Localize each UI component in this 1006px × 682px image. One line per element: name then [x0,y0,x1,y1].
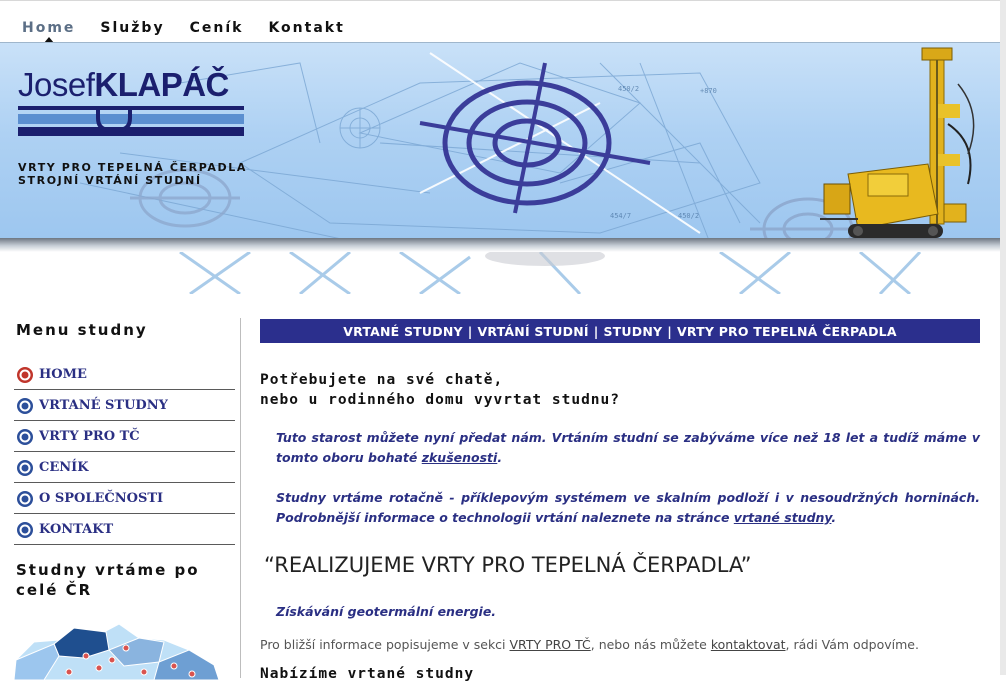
svg-text:454/7: 454/7 [610,212,631,220]
question-heading: Potřebujete na své chatě, nebo u rodinné… [260,370,620,410]
logo-text: JosefKLAPÁČ [18,66,229,104]
nav-home[interactable]: Home [22,20,75,43]
region-heading: Studny vrtáme po celé ČR [16,560,200,600]
logo-bars-icon [18,106,244,136]
contact-link[interactable]: kontaktovat [711,637,786,652]
active-bullet-icon [17,366,33,383]
technology-text: Studny vrtáme rotačně - příklepovým syst… [276,490,980,525]
crumb-separator: | [467,323,473,339]
drilling-rig-icon [820,47,975,238]
bullet-icon [17,490,33,507]
bullet-icon [17,397,33,414]
region-heading-line-2: celé ČR [16,581,93,599]
side-item-vrty-pro-tc[interactable]: VRTY PRO TČ [14,422,235,452]
side-item-home[interactable]: HOME [14,360,235,390]
crumb-vrty-pro-tepelna-cerpadla[interactable]: VRTY PRO TEPELNÁ ČERPADLA [677,324,897,339]
side-item-label: HOME [39,367,87,382]
side-item-cenik[interactable]: CENÍK [14,453,235,483]
svg-text:+870: +870 [700,87,717,95]
info-text-1: Pro bližší informace popisujeme v sekci [260,637,510,652]
technology-end: . [831,510,837,525]
intro-text: Tuto starost můžete nyní předat nám. Vrt… [276,430,980,465]
blueprint-lines [179,252,922,294]
tagline-line-2: STROJNÍ VRTÁNÍ STUDNÍ [18,174,202,187]
column-divider [240,318,241,678]
breadcrumb-bar: VRTANÉ STUDNY | VRTÁNÍ STUDNÍ | STUDNY |… [260,319,980,343]
logo-first-name: Josef [18,66,95,103]
side-item-vrtane-studny[interactable]: VRTANÉ STUDNY [14,391,235,421]
czech-map-image[interactable] [14,620,224,680]
logo-last-name: KLAPÁČ [94,66,229,103]
svg-text:450/2: 450/2 [678,212,699,220]
crumb-studny[interactable]: STUDNY [603,324,662,339]
question-line-1: Potřebujete na své chatě, [260,372,504,388]
svg-text:450/2: 450/2 [618,85,639,93]
nav-cenik[interactable]: Ceník [190,20,244,42]
crumb-vrtani-studni[interactable]: VRTÁNÍ STUDNÍ [478,324,589,339]
bullet-icon [17,459,33,476]
tagline-line-1: VRTY PRO TEPELNÁ ČERPADLA [18,161,247,174]
info-text-3: , rádi Vám odpovíme. [785,637,919,652]
bullet-icon [17,428,33,445]
drilled-wells-link[interactable]: vrtané studny [734,510,832,525]
top-navigation: Home Služby Ceník Kontakt [22,20,370,43]
nav-kontakt[interactable]: Kontakt [268,20,344,42]
geothermal-subtitle: Získávání geotermální energie. [276,604,497,619]
side-item-label: VRTY PRO TČ [39,429,140,444]
crumb-separator: | [667,323,673,339]
crumb-separator: | [593,323,599,339]
experience-link[interactable]: zkušenosti [422,450,498,465]
side-item-label: O SPOLEČNOSTI [39,491,164,506]
info-paragraph: Pro bližší informace popisujeme v sekci … [260,637,919,652]
side-item-label: KONTAKT [39,522,114,537]
info-text-2: , nebo nás můžete [590,637,711,652]
side-item-kontakt[interactable]: KONTAKT [14,515,235,545]
question-line-2: nebo u rodinného domu vyvrtat studnu? [260,392,621,408]
side-menu: HOME VRTANÉ STUDNY VRTY PRO TČ CENÍK O S… [14,360,235,546]
banner-lower-graphic [0,252,1000,294]
crumb-vrtane-studny[interactable]: VRTANÉ STUDNY [343,324,463,339]
side-menu-heading: Menu studny [16,321,148,339]
top-border [0,0,1006,1]
next-section-heading: Nabízíme vrtané studny [260,666,475,682]
vrty-pro-tc-link[interactable]: VRTY PRO TČ [510,637,591,652]
tagline: VRTY PRO TEPELNÁ ČERPADLA STROJNÍ VRTÁNÍ… [18,161,247,187]
region-heading-line-1: Studny vrtáme po [16,561,200,579]
bullet-icon [17,521,33,538]
intro-end: . [497,450,503,465]
company-logo[interactable]: JosefKLAPÁČ [18,66,244,136]
technology-paragraph: Studny vrtáme rotačně - příklepovým syst… [276,488,980,528]
side-item-label: CENÍK [39,460,89,475]
headline: “REALIZUJEME VRTY PRO TEPELNÁ ČERPADLA” [264,553,752,577]
side-item-label: VRTANÉ STUDNY [39,398,168,413]
side-item-o-spolecnosti[interactable]: O SPOLEČNOSTI [14,484,235,514]
nav-sluzby[interactable]: Služby [100,20,164,42]
scrollbar-track[interactable] [1000,0,1006,675]
intro-paragraph: Tuto starost můžete nyní předat nám. Vrt… [276,428,980,468]
